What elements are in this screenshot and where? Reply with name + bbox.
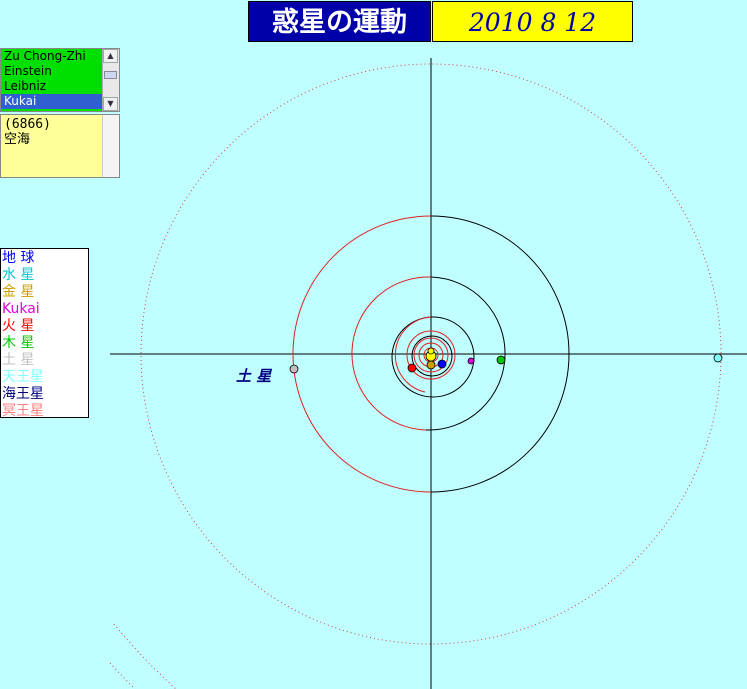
kukai-marker bbox=[467, 357, 475, 365]
asteroid-list-item[interactable]: Kukai bbox=[1, 94, 104, 109]
saturn-marker bbox=[289, 364, 299, 374]
earth-marker bbox=[437, 359, 447, 369]
asteroid-list-item[interactable]: Einstein bbox=[1, 64, 104, 79]
uranus-marker bbox=[713, 353, 723, 363]
mercury-marker bbox=[427, 347, 435, 355]
legend-item: 土 星 bbox=[2, 352, 35, 368]
pluto-orbit-arc bbox=[109, 662, 136, 689]
scroll-thumb[interactable] bbox=[104, 71, 117, 79]
asteroid-list-item[interactable]: Leibniz bbox=[1, 79, 104, 94]
legend-item: Kukai bbox=[2, 301, 40, 317]
jupiter-marker bbox=[496, 355, 506, 365]
legend-item: 金 星 bbox=[2, 284, 35, 300]
mars-marker bbox=[407, 363, 417, 373]
app-title: 惑星の運動 bbox=[248, 1, 431, 42]
info-scrollbar[interactable] bbox=[102, 115, 119, 177]
legend-item: 木 星 bbox=[2, 335, 35, 351]
legend-item: 天王星 bbox=[2, 369, 44, 385]
legend-item: 火 星 bbox=[2, 318, 35, 334]
list-scrollbar[interactable]: ▲ ▼ bbox=[102, 49, 119, 111]
neptune-orbit-arc bbox=[113, 623, 177, 689]
asteroid-info-panel: (6866) 空海 bbox=[0, 114, 120, 178]
date-display: 2010 8 12 bbox=[432, 1, 633, 42]
asteroid-listbox[interactable]: Zu Chong-Zhi Einstein Leibniz Kukai ▲ ▼ bbox=[0, 48, 120, 112]
legend-item: 冥王星 bbox=[2, 403, 44, 419]
legend-item: 海王星 bbox=[2, 386, 44, 402]
scroll-down-icon[interactable]: ▼ bbox=[103, 97, 118, 111]
asteroid-list-item[interactable]: Zu Chong-Zhi bbox=[1, 49, 104, 64]
scroll-up-icon[interactable]: ▲ bbox=[103, 49, 118, 63]
saturn-map-label: 土 星 bbox=[236, 367, 272, 385]
legend-item: 地 球 bbox=[2, 250, 35, 266]
planet-legend: 地 球水 星金 星 Kukai 火 星木 星土 星天王星 海王星 冥王星 bbox=[0, 248, 89, 419]
legend-item: 水 星 bbox=[2, 267, 35, 283]
venus-marker bbox=[426, 360, 436, 370]
